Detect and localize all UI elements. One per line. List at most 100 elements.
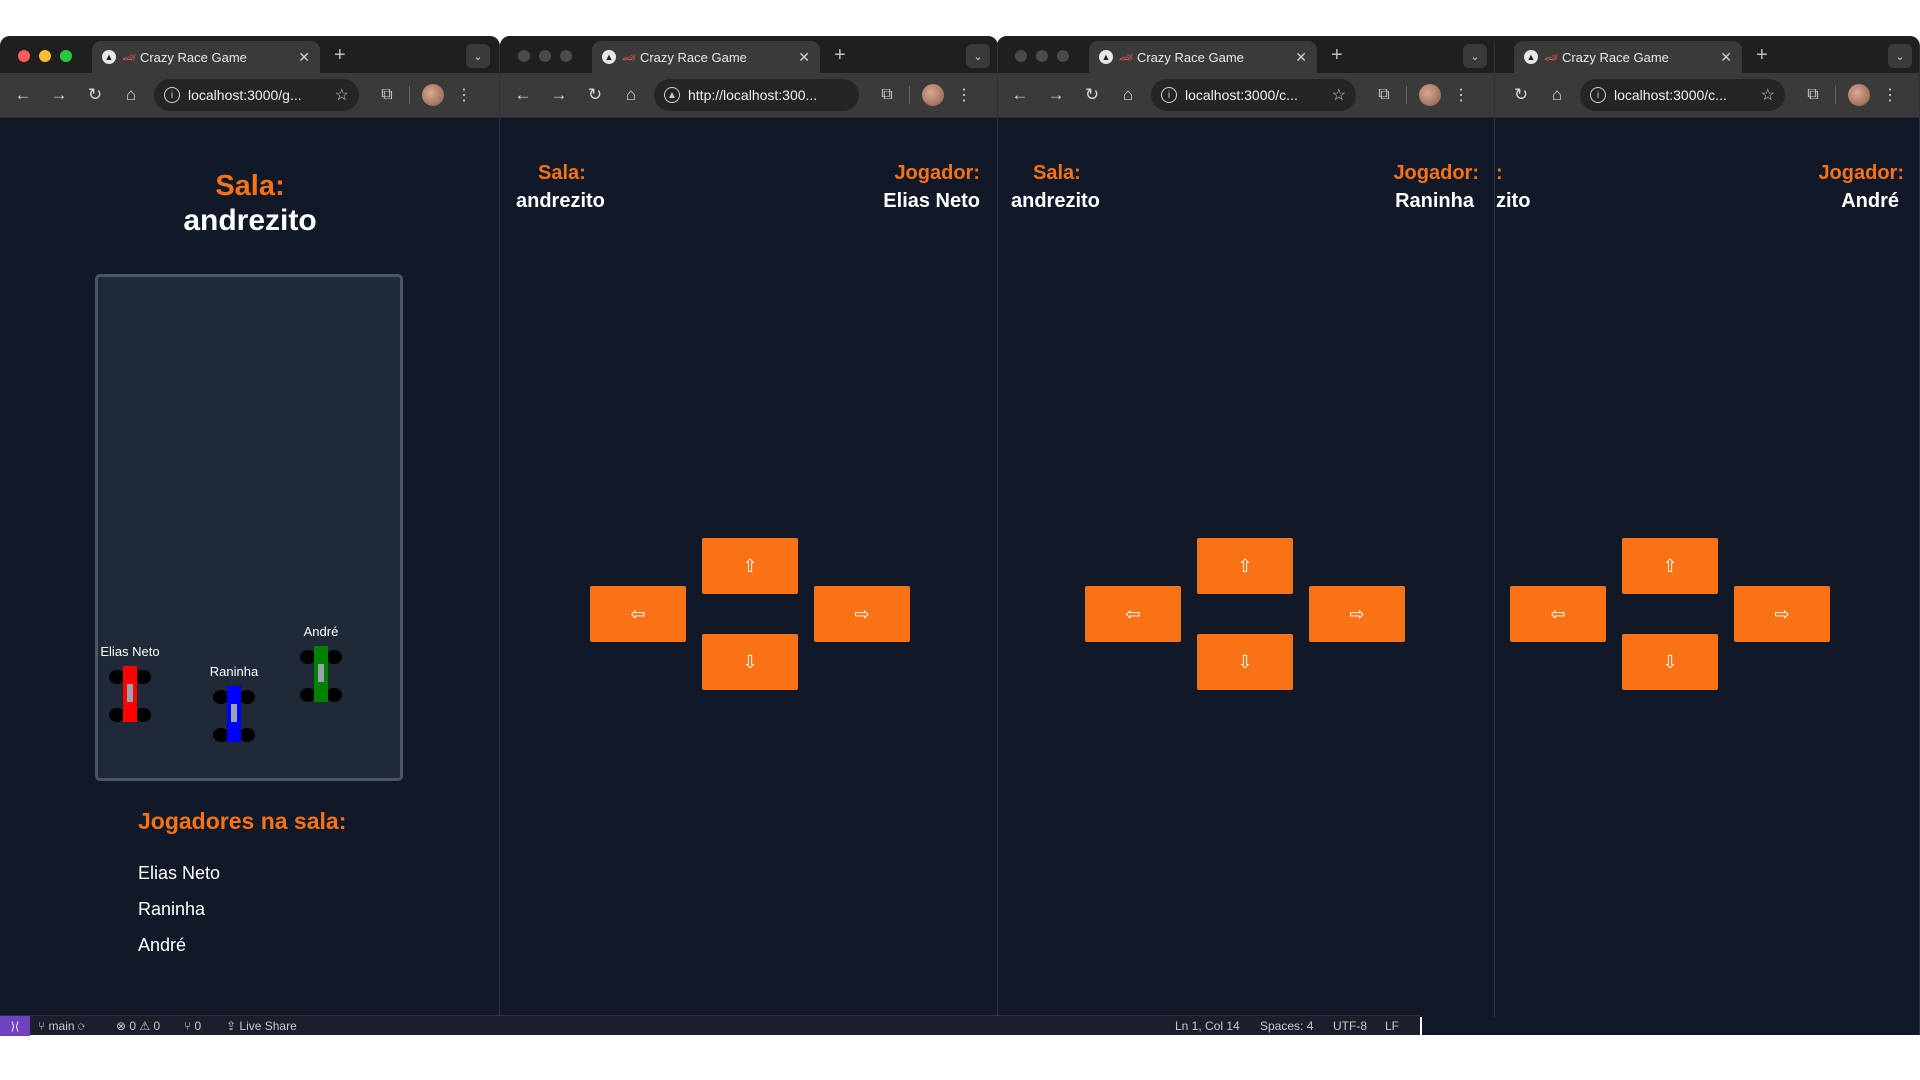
cursor-position[interactable]: Ln 1, Col 14: [1175, 1019, 1240, 1033]
room-label: Sala:: [1033, 162, 1081, 184]
reload-icon[interactable]: ↻: [1079, 82, 1105, 108]
extensions-icon[interactable]: ⧉: [877, 86, 897, 104]
profile-avatar[interactable]: [1419, 84, 1441, 106]
new-tab-icon[interactable]: +: [834, 44, 846, 67]
tab-crazy-race-game[interactable]: ▲ 🏎 Crazy Race Game ✕: [1514, 41, 1742, 73]
minimize-window-button[interactable]: [1036, 50, 1048, 62]
down-button[interactable]: ⇩: [702, 634, 798, 690]
bookmark-star-icon[interactable]: ☆: [335, 85, 349, 105]
profile-avatar[interactable]: [1848, 84, 1870, 106]
encoding-indicator[interactable]: UTF-8: [1333, 1019, 1367, 1033]
left-button[interactable]: ⇦: [1510, 586, 1606, 642]
car-icon: 🏎: [1544, 51, 1558, 64]
close-window-button[interactable]: [518, 50, 530, 62]
window-controls: [518, 50, 572, 62]
browser-window-controller-3: ▲ 🏎 Crazy Race Game ✕ + ⌄ ↻ ⌂ i localhos…: [1422, 36, 1920, 1035]
tab-crazy-race-game[interactable]: ▲ 🏎 Crazy Race Game ✕: [1089, 41, 1317, 73]
forward-icon[interactable]: →: [1043, 82, 1069, 108]
forward-icon[interactable]: →: [546, 82, 572, 108]
close-tab-icon[interactable]: ✕: [298, 49, 310, 66]
indentation-indicator[interactable]: Spaces: 4: [1260, 1019, 1313, 1033]
eol-indicator[interactable]: LF: [1385, 1019, 1399, 1033]
back-icon[interactable]: ←: [10, 82, 36, 108]
right-button[interactable]: ⇨: [1734, 586, 1830, 642]
problems-indicator[interactable]: ⊗ 0 ⚠ 0: [116, 1019, 160, 1033]
site-info-icon[interactable]: i: [1590, 87, 1606, 103]
home-icon[interactable]: ⌂: [1115, 82, 1141, 108]
left-button[interactable]: ⇦: [590, 586, 686, 642]
maximize-window-button[interactable]: [560, 50, 572, 62]
site-info-icon[interactable]: i: [1161, 87, 1177, 103]
maximize-window-button[interactable]: [1057, 50, 1069, 62]
close-tab-icon[interactable]: ✕: [1295, 49, 1307, 66]
extensions-icon[interactable]: ⧉: [1803, 86, 1823, 104]
branch-indicator[interactable]: ⑂ main ⟳: [38, 1019, 85, 1033]
ports-indicator[interactable]: ⑂ 0: [184, 1019, 201, 1033]
up-button[interactable]: ⇧: [1197, 538, 1293, 594]
players-heading: Jogadores na sala:: [138, 808, 347, 834]
live-share-button[interactable]: ⇪ Live Share: [226, 1019, 297, 1033]
tab-crazy-race-game[interactable]: ▲ 🏎 Crazy Race Game ✕: [92, 41, 320, 73]
car-label: Elias Neto: [100, 644, 160, 659]
browser-window-controller-2: ▲ 🏎 Crazy Race Game ✕ + ⌄ ← → ↻ ⌂ i loca…: [997, 36, 1495, 1017]
bookmark-star-icon[interactable]: ☆: [1761, 85, 1775, 105]
back-icon[interactable]: ←: [510, 82, 536, 108]
address-bar[interactable]: i localhost:3000/c... ☆: [1580, 79, 1785, 111]
close-tab-icon[interactable]: ✕: [798, 49, 810, 66]
menu-kebab-icon[interactable]: ⋮: [1453, 85, 1469, 105]
up-button[interactable]: ⇧: [702, 538, 798, 594]
player-label: Jogador:: [1393, 162, 1479, 184]
address-bar[interactable]: ▲ http://localhost:300...: [654, 79, 859, 111]
down-button[interactable]: ⇩: [1197, 634, 1293, 690]
browser-window-host: ▲ 🏎 Crazy Race Game ✕ + ⌄ ← → ↻ ⌂ i loca…: [0, 36, 500, 1017]
site-info-icon[interactable]: i: [164, 87, 180, 103]
menu-kebab-icon[interactable]: ⋮: [956, 85, 972, 105]
tab-search-icon[interactable]: ⌄: [966, 44, 990, 68]
room-name: andrezito: [183, 204, 317, 237]
address-bar[interactable]: i localhost:3000/c... ☆: [1151, 79, 1356, 111]
profile-avatar[interactable]: [922, 84, 944, 106]
tab-search-icon[interactable]: ⌄: [1463, 44, 1487, 68]
up-button[interactable]: ⇧: [1622, 538, 1718, 594]
new-tab-icon[interactable]: +: [1331, 44, 1343, 67]
reload-icon[interactable]: ↻: [1508, 82, 1534, 108]
reload-icon[interactable]: ↻: [82, 82, 108, 108]
bookmark-star-icon[interactable]: ☆: [1332, 85, 1346, 105]
left-button[interactable]: ⇦: [1085, 586, 1181, 642]
right-button[interactable]: ⇨: [814, 586, 910, 642]
wheel: [239, 690, 255, 704]
address-bar[interactable]: i localhost:3000/g... ☆: [154, 79, 359, 111]
home-icon[interactable]: ⌂: [1544, 82, 1570, 108]
tab-search-icon[interactable]: ⌄: [1888, 44, 1912, 68]
new-tab-icon[interactable]: +: [1756, 44, 1768, 67]
extensions-icon[interactable]: ⧉: [1374, 86, 1394, 104]
tab-search-icon[interactable]: ⌄: [466, 44, 490, 68]
window-controls: [18, 50, 72, 62]
controller-page: : zito Jogador: André ⇧ ⇦ ⇨ ⇩: [1422, 118, 1919, 1035]
extensions-icon[interactable]: ⧉: [377, 86, 397, 104]
down-button[interactable]: ⇩: [1622, 634, 1718, 690]
remote-indicator-icon[interactable]: ⟩⟨: [0, 1016, 30, 1036]
close-window-button[interactable]: [1015, 50, 1027, 62]
profile-avatar[interactable]: [422, 84, 444, 106]
new-tab-icon[interactable]: +: [334, 44, 346, 67]
tab-crazy-race-game[interactable]: ▲ 🏎 Crazy Race Game ✕: [592, 41, 820, 73]
maximize-window-button[interactable]: [60, 50, 72, 62]
menu-kebab-icon[interactable]: ⋮: [1882, 85, 1898, 105]
menu-kebab-icon[interactable]: ⋮: [456, 85, 472, 105]
right-button[interactable]: ⇨: [1309, 586, 1405, 642]
tab-bar: ▲ 🏎 Crazy Race Game ✕ + ⌄: [997, 36, 1494, 73]
forward-icon[interactable]: →: [46, 82, 72, 108]
player-label: Jogador:: [1818, 162, 1904, 184]
minimize-window-button[interactable]: [539, 50, 551, 62]
car-windshield: [318, 664, 324, 682]
site-info-icon[interactable]: ▲: [664, 87, 680, 103]
screen: ▲ 🏎 Crazy Race Game ✕ + ⌄ ← → ↻ ⌂ i loca…: [0, 0, 1920, 1080]
close-window-button[interactable]: [18, 50, 30, 62]
home-icon[interactable]: ⌂: [618, 82, 644, 108]
close-tab-icon[interactable]: ✕: [1720, 49, 1732, 66]
reload-icon[interactable]: ↻: [582, 82, 608, 108]
home-icon[interactable]: ⌂: [118, 82, 144, 108]
back-icon[interactable]: ←: [1007, 82, 1033, 108]
minimize-window-button[interactable]: [39, 50, 51, 62]
